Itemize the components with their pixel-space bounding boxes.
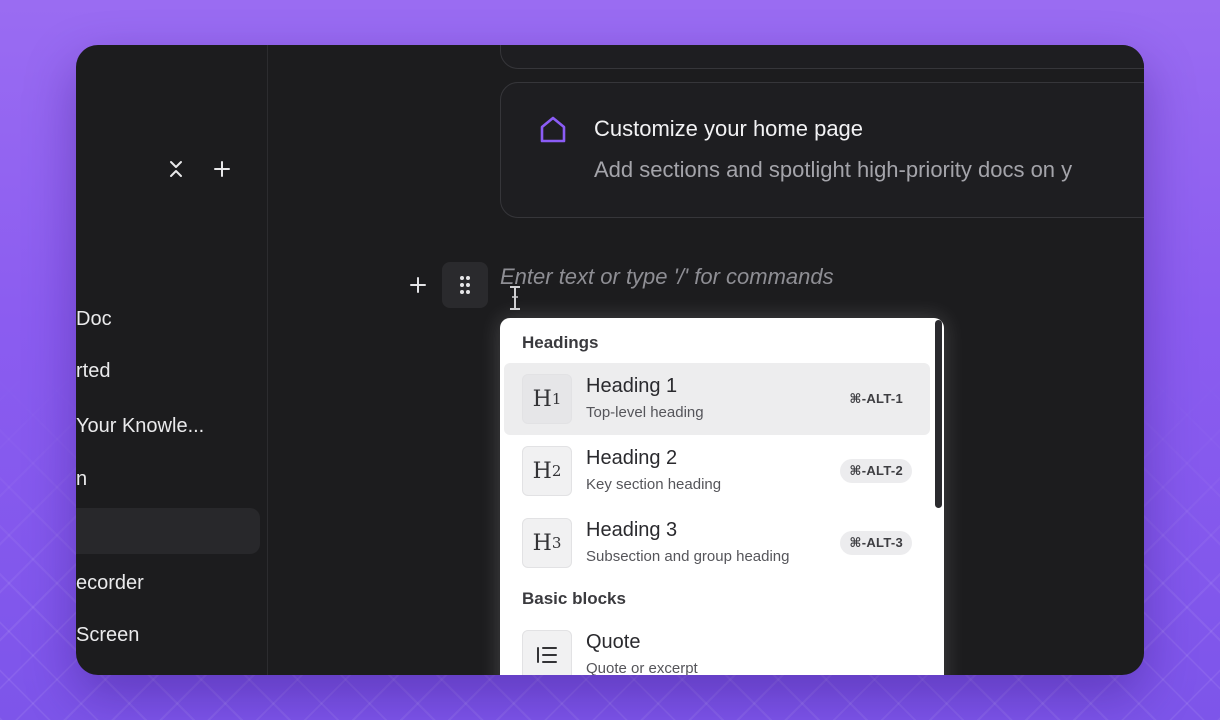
collapse-icon[interactable] (164, 157, 188, 181)
drag-handle-icon[interactable] (442, 262, 488, 308)
sidebar: Doc rted Your Knowle... n ecorder Screen (76, 45, 268, 675)
menu-item-title: Quote (586, 631, 641, 653)
menu-item-description: Quote or excerpt (586, 660, 698, 675)
editor-placeholder[interactable]: Enter text or type '/' for commands (500, 264, 834, 290)
heading-1-icon: H1 (522, 374, 572, 424)
quote-icon (522, 630, 572, 675)
sidebar-item-doc[interactable]: Doc (76, 308, 112, 331)
app-window: Doc rted Your Knowle... n ecorder Screen… (76, 45, 1144, 675)
sidebar-item-selected[interactable] (76, 508, 260, 554)
shortcut-badge: ⌘-ALT-1 (849, 391, 903, 406)
card-title: Customize your home page (594, 116, 864, 141)
shortcut-badge: ⌘-ALT-2 (840, 459, 912, 483)
add-block-icon[interactable] (406, 273, 430, 297)
sidebar-item-started[interactable]: rted (76, 360, 110, 383)
menu-item-description: Key section heading (586, 476, 722, 493)
shortcut-badge: ⌘-ALT-3 (840, 531, 912, 555)
text-cursor-icon (508, 285, 522, 316)
menu-item-title: Heading 2 (586, 447, 678, 469)
menu-item-description: Subsection and group heading (586, 548, 790, 565)
sidebar-item-knowledge[interactable]: Your Knowle... (76, 415, 204, 438)
menu-scrollbar[interactable] (935, 320, 942, 508)
command-menu: Headings H1 Heading 1 Top-level heading … (500, 318, 944, 675)
add-page-icon[interactable] (210, 157, 234, 181)
menu-item-heading-1[interactable]: H1 Heading 1 Top-level heading ⌘-ALT-1 (504, 363, 930, 435)
menu-section-headings: Headings (522, 333, 599, 352)
heading-2-icon: H2 (522, 446, 572, 496)
menu-item-title: Heading 3 (586, 519, 678, 541)
menu-item-description: Top-level heading (586, 404, 704, 421)
menu-item-heading-2[interactable]: H2 Heading 2 Key section heading ⌘-ALT-2 (504, 435, 930, 507)
heading-3-icon: H3 (522, 518, 572, 568)
sidebar-item-n[interactable]: n (76, 468, 87, 491)
menu-section-basic-blocks: Basic blocks (522, 589, 626, 608)
card-description: Add sections and spotlight high-priority… (594, 157, 1073, 182)
sidebar-item-screen[interactable]: Screen (76, 624, 139, 647)
menu-item-quote[interactable]: Quote Quote or excerpt (504, 619, 930, 675)
menu-item-heading-3[interactable]: H3 Heading 3 Subsection and group headin… (504, 507, 930, 579)
sidebar-item-recorder[interactable]: ecorder (76, 572, 144, 595)
menu-item-title: Heading 1 (586, 375, 678, 397)
